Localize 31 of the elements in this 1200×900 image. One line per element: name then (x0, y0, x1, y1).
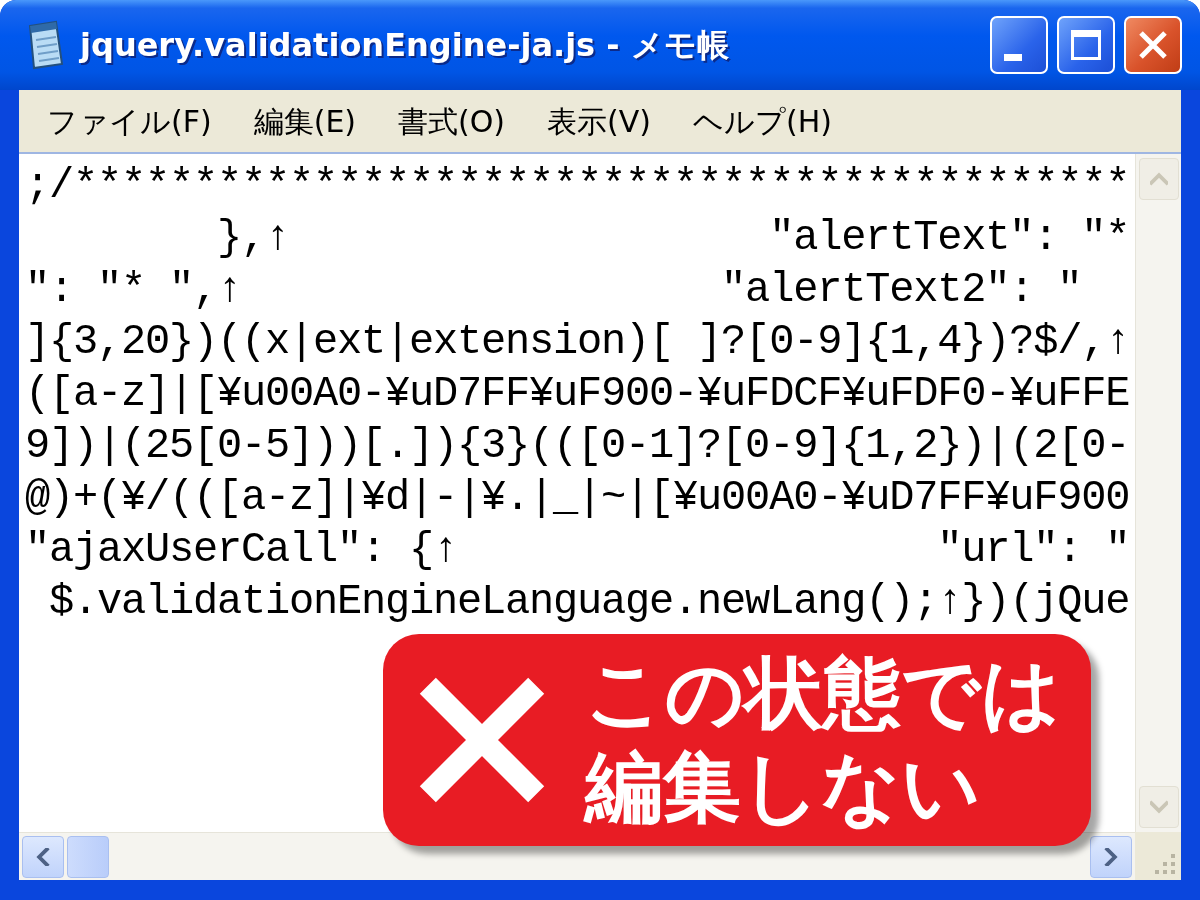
menu-item[interactable]: 表示(V) (537, 94, 661, 148)
text-line: ;/******************************************** (25, 161, 1130, 212)
scroll-left-button[interactable] (22, 835, 64, 878)
text-line: "ajaxUserCall": {↑ "url": " (25, 525, 1130, 576)
close-icon (1138, 30, 1168, 60)
menu-item[interactable]: 編集(E) (243, 94, 367, 148)
maximize-button[interactable] (1057, 16, 1115, 74)
text-line: },↑ "alertText": "* (216, 213, 1130, 264)
menu-item[interactable]: ファイル(F) (37, 94, 222, 148)
text-line: ]{3,20})((x|ext|extension)[ ]?[0-9]{1,4})?$/,↑ (25, 317, 1130, 368)
minimize-icon (1004, 54, 1022, 61)
window-title: jquery.validationEngine-ja.js - メモ帳 (80, 25, 729, 66)
chevron-right-icon (1102, 847, 1120, 866)
chevron-up-icon (1149, 170, 1168, 188)
text-line: ": "* ",↑ "alertText2": " (25, 265, 1082, 316)
cross-icon (419, 677, 545, 803)
chevron-down-icon (1149, 798, 1168, 816)
menu-item[interactable]: 書式(O) (388, 94, 516, 148)
resize-grip-icon (1153, 852, 1177, 876)
maximize-icon (1071, 30, 1101, 60)
scroll-right-button[interactable] (1090, 835, 1132, 878)
chevron-left-icon (34, 847, 52, 866)
scrollbar-thumb[interactable] (67, 835, 109, 878)
text-line: @)+(¥/(([a-z]|¥d|-|¥.|_|~|[¥u00A0-¥uD7FF¥uF900 (25, 473, 1130, 524)
text-line: ([a-z]|[¥u00A0-¥uD7FF¥uF900-¥uFDCF¥uFDF0-¥uFFE (25, 369, 1130, 420)
text-line: $.validationEngineLanguage.newLang();↑})(jQue (48, 577, 1130, 628)
minimize-button[interactable] (990, 16, 1048, 74)
text-line: 9])|(25[0-5]))[.]){3}(([0-1]?[0-9]{1,2})|(2[0- (25, 421, 1130, 472)
menu-item[interactable]: ヘルプ(H) (683, 94, 842, 148)
close-button[interactable] (1124, 16, 1182, 74)
warning-text: この状態では 編集しない (585, 647, 1061, 834)
